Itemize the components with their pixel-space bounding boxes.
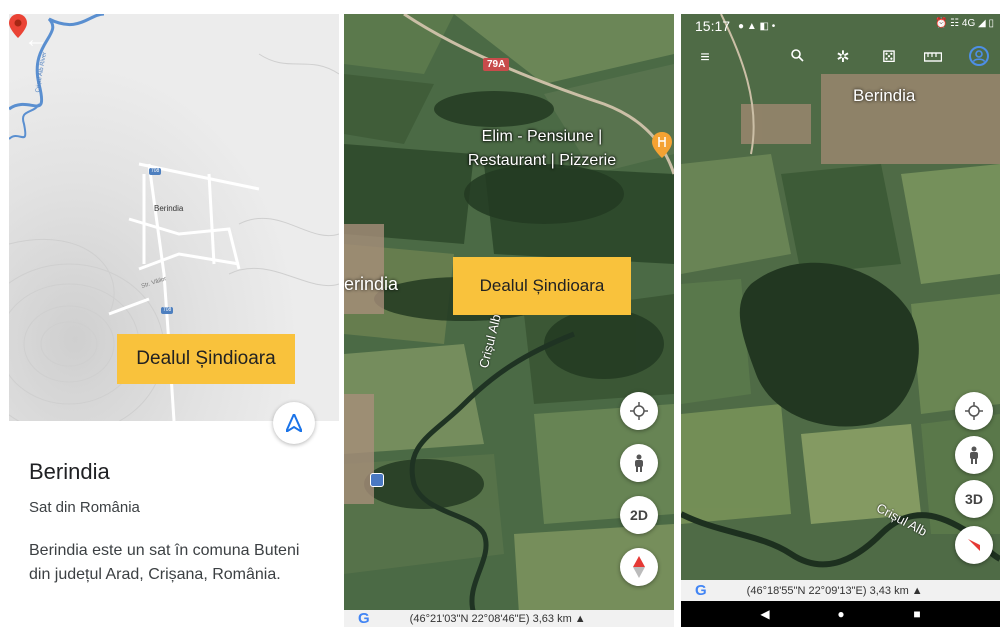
map-pin-icon[interactable] — [9, 14, 27, 38]
terrain-map[interactable]: ← Crișul Alb River 708 708 Str. Văilor B… — [9, 14, 339, 421]
account-circle-icon[interactable] — [967, 46, 991, 70]
road-number-badge: 708 — [149, 168, 162, 175]
coordinates-readout[interactable]: (46°21'03"N 22°08'46"E) 3,63 km ▲ — [410, 613, 586, 625]
place-info-sheet: Berindia Sat din România Berindia este u… — [9, 421, 339, 627]
nav-back-icon[interactable]: ◀ — [757, 606, 773, 622]
status-bar: 15:17 ● ▲ ◧ • ⏰ ☷ 4G ◢ ▯ — [681, 14, 1000, 38]
search-icon[interactable] — [785, 46, 809, 70]
my-location-icon — [965, 402, 983, 420]
satellite-map-panel[interactable]: 79A Elim - Pensiune | Restaurant | Pizze… — [344, 14, 674, 627]
street-view-person-icon — [635, 454, 643, 472]
street-view-button[interactable] — [955, 436, 993, 474]
maps-place-panel: ← Crișul Alb River 708 708 Str. Văilor B… — [9, 14, 339, 627]
google-logo: G — [358, 610, 370, 627]
road-number-badge: 708 — [161, 307, 174, 314]
my-location-button[interactable] — [955, 392, 993, 430]
view-mode-toggle[interactable]: 3D — [955, 480, 993, 518]
highlight-label: Dealul Șindioara — [117, 334, 295, 384]
status-left-icons: ● ▲ ◧ • — [738, 20, 776, 32]
compass-button[interactable] — [620, 548, 658, 586]
ship-wheel-icon[interactable]: ✲ — [831, 46, 855, 70]
street-view-button[interactable] — [620, 444, 658, 482]
place-subtitle: Sat din România — [29, 499, 140, 516]
route-number-badge: 79A — [483, 58, 510, 71]
earth-toolbar: ≡ ✲ ⚄ — [681, 42, 1000, 74]
status-right-icons: ⏰ ☷ 4G ◢ ▯ — [934, 18, 994, 29]
village-map-label: Berindia — [154, 204, 184, 213]
satellite-imagery — [681, 14, 1000, 627]
village-map-label: erindia — [344, 274, 399, 294]
ruler-icon[interactable] — [921, 46, 945, 70]
my-location-icon — [630, 402, 648, 420]
restaurant-pin-icon[interactable] — [652, 132, 672, 158]
satellite-imagery — [344, 14, 674, 627]
coordinates-readout[interactable]: (46°18'55"N 22°09'13"E) 3,43 km ▲ — [747, 585, 923, 597]
village-map-label: Berindia — [853, 86, 916, 105]
map-footer: G (46°21'03"N 22°08'46"E) 3,63 km ▲ — [344, 610, 674, 627]
screenshot-collage: ← Crișul Alb River 708 708 Str. Văilor B… — [0, 0, 1000, 627]
place-description: Berindia este un sat în comuna Buteni di… — [29, 542, 300, 583]
earth-app-panel[interactable]: 15:17 ● ▲ ◧ • ⏰ ☷ 4G ◢ ▯ ≡ ✲ ⚄ Berindia … — [681, 14, 1000, 627]
dice-icon[interactable]: ⚄ — [877, 46, 901, 70]
nav-recents-icon[interactable]: ■ — [909, 606, 925, 622]
android-nav-bar: ◀ ● ■ — [681, 601, 1000, 627]
google-logo: G — [695, 582, 707, 599]
view-mode-toggle[interactable]: 2D — [620, 496, 658, 534]
compass-icon — [633, 556, 645, 578]
street-view-person-icon — [970, 446, 978, 464]
bus-stop-icon[interactable] — [370, 473, 384, 487]
compass-icon — [968, 539, 980, 551]
poi-name-label[interactable]: Elim - Pensiune | Restaurant | Pizzerie — [442, 125, 642, 173]
nav-home-icon[interactable]: ● — [833, 606, 849, 622]
map-footer: G (46°18'55"N 22°09'13"E) 3,43 km ▲ — [681, 580, 1000, 601]
my-location-button[interactable] — [620, 392, 658, 430]
place-title: Berindia — [29, 459, 110, 484]
highlight-label: Dealul Șindioara — [453, 257, 631, 315]
status-time: 15:17 — [695, 18, 731, 34]
hamburger-menu-icon[interactable]: ≡ — [693, 46, 717, 70]
compass-button[interactable] — [955, 526, 993, 564]
